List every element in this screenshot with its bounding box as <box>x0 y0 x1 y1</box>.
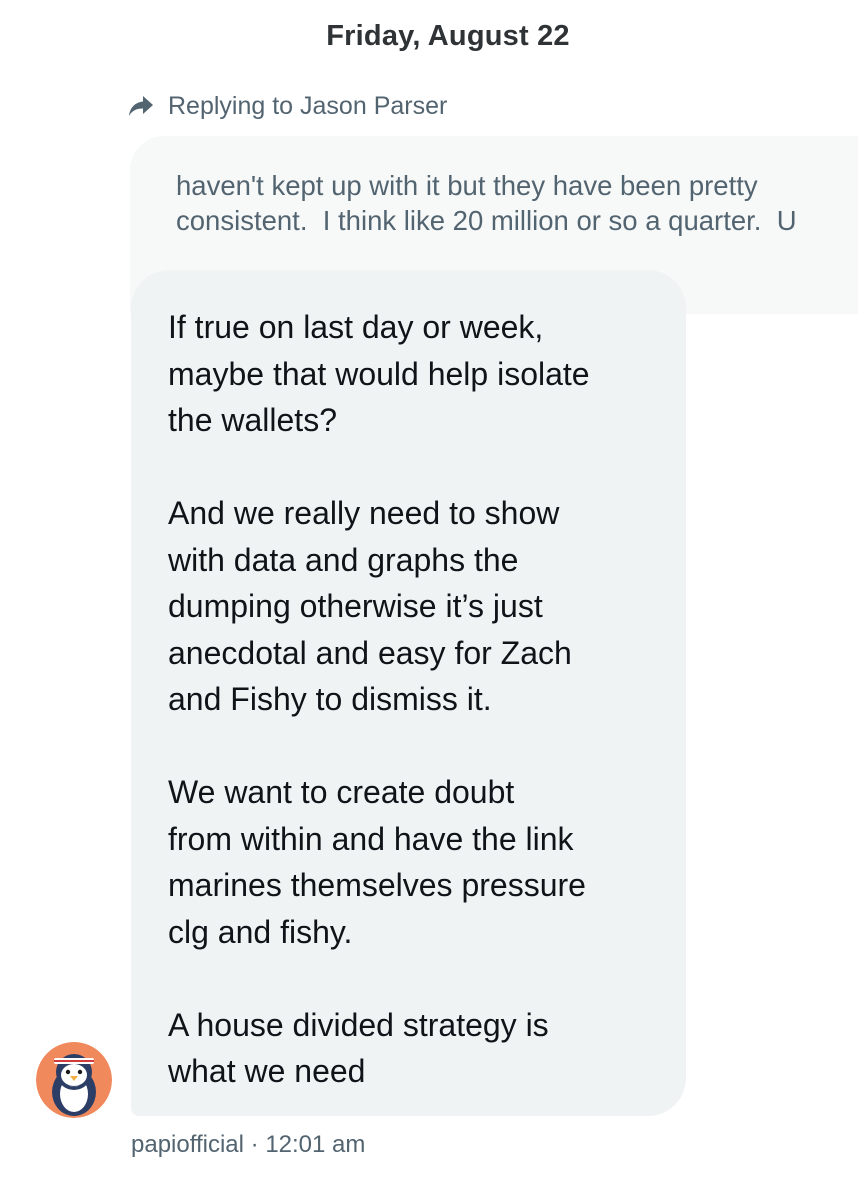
meta-separator: · <box>250 1131 259 1158</box>
reply-prefix: Replying to <box>168 91 294 120</box>
message-time: 12:01 am <box>265 1131 366 1158</box>
reply-label: Replying to Jason Parser <box>168 92 447 121</box>
sender-name[interactable]: papiofficial <box>131 1131 244 1158</box>
date-divider: Friday, August 22 <box>326 20 570 52</box>
reply-arrow-icon <box>128 95 154 117</box>
reply-target[interactable]: Jason Parser <box>300 92 447 120</box>
avatar[interactable] <box>36 1042 112 1118</box>
reply-context: Replying to Jason Parser <box>128 90 447 122</box>
message-text: If true on last day or week, maybe that … <box>168 309 590 1089</box>
quoted-message-text: haven't kept up with it but they have be… <box>176 170 797 236</box>
message-meta: papiofficial · 12:01 am <box>131 1131 365 1159</box>
message-bubble[interactable]: If true on last day or week, maybe that … <box>131 270 686 1116</box>
